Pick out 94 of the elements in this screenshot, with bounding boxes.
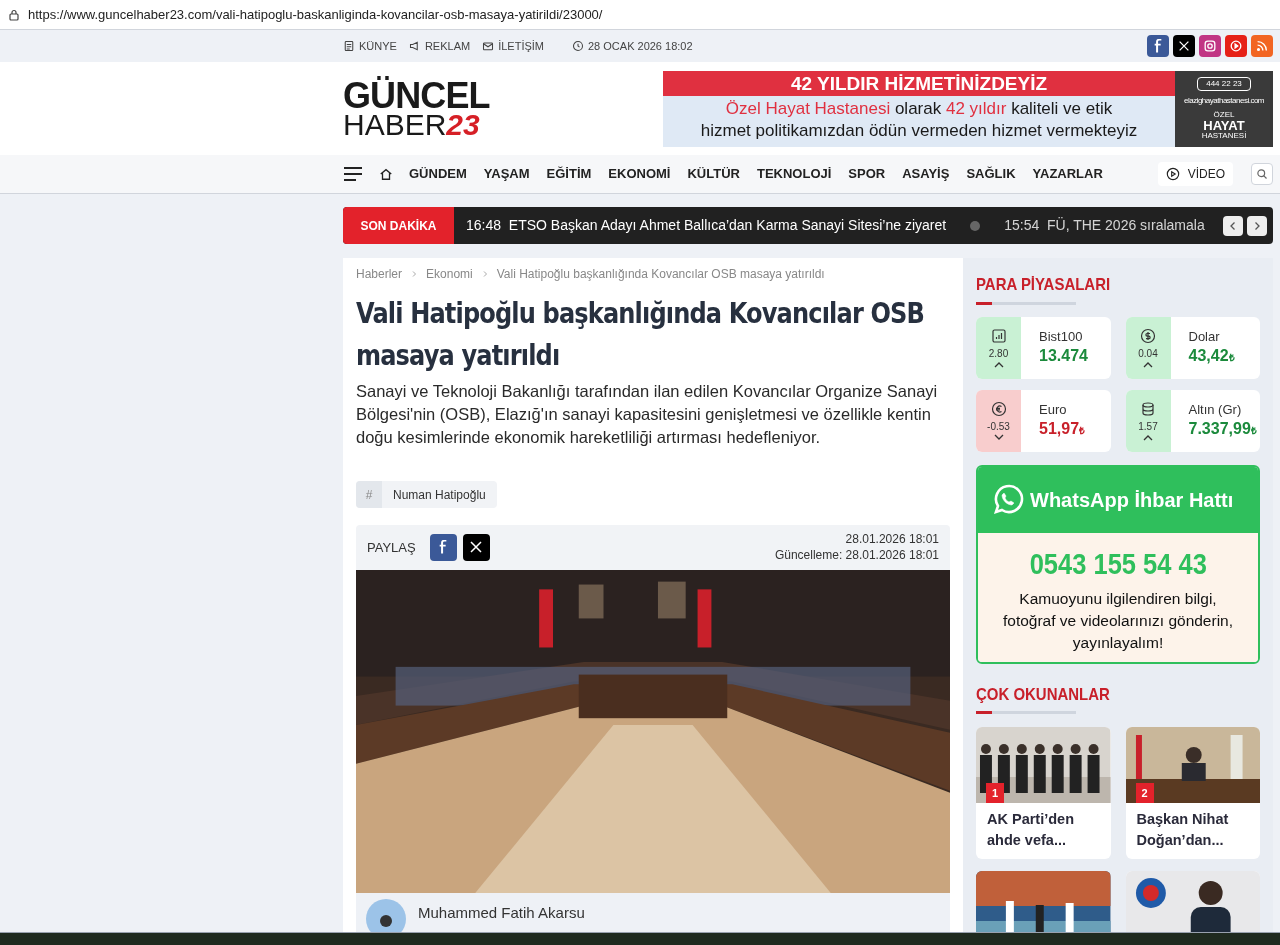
top-link[interactable]: REKLAM	[408, 37, 471, 55]
author-name[interactable]: Muhammed Fatih Akarsu	[418, 902, 585, 925]
ad-brand-text: HASTANESİ	[1201, 132, 1247, 141]
social-button[interactable]	[1173, 35, 1195, 57]
market-value: 43,42₺	[1188, 345, 1236, 366]
share-button[interactable]	[462, 533, 490, 561]
ad-banner[interactable]: 42 YILDIR HİZMETİNİZDEYİZ Özel Hayat Hastanesi olarak 42 yıldır kaliteli ve etik hizmet politikamızdan ödün vermeden hizmet vermekteyiz 444 22 23 elazighayathastanesi.com ÖZEL HAYAT HASTANESİ	[663, 70, 1273, 147]
share-label: PAYLAŞ	[367, 538, 416, 557]
next-button[interactable]	[1247, 215, 1267, 236]
ad-headline: 42 YILDIR HİZMETİNİZDEYİZ	[663, 70, 1175, 96]
breadcrumb-link[interactable]: Haberler	[356, 265, 403, 283]
ad-brand-text: ÖZEL	[1213, 111, 1235, 120]
play-icon	[1165, 167, 1180, 181]
article-summary: Sanayi ve Teknoloji Bakanlığı tarafından ilan edilen Kovancılar Organize Sanayi Bölgesi'nin (OSB), Elazığ'ın sanayi kapasitesini genişletmesi ve özellikle kentin doğu kesimlerinde ekonomik hareketliliği artırması hedefleniyor.	[356, 381, 939, 448]
section-title: PARA PİYASALARI	[976, 274, 1112, 296]
facebook-icon	[439, 540, 448, 555]
market-value: 7.337,99₺	[1188, 418, 1258, 439]
ad-phone: 444 22 23	[1197, 76, 1251, 91]
chevron-down-icon	[993, 433, 1004, 441]
menu-icon[interactable]	[343, 166, 363, 182]
market-value: 13.474	[1039, 345, 1089, 366]
change-value: -0.53	[987, 419, 1010, 434]
nav-link[interactable]: EKONOMİ	[608, 164, 671, 184]
card-icon	[343, 40, 355, 52]
nav-link[interactable]: KÜLTÜR	[687, 164, 740, 184]
megaphone-icon	[408, 40, 421, 52]
market-card[interactable]: -0.53 Euro 51,97₺	[976, 389, 1111, 452]
previous-button[interactable]	[1223, 215, 1243, 236]
instagram-icon	[1203, 39, 1217, 53]
nav-link[interactable]: EĞİTİM	[546, 164, 592, 184]
social-button[interactable]	[1147, 35, 1169, 57]
ad-text: hizmet politikamızdan ödün vermeden hizmet vermekteyiz	[699, 119, 1139, 142]
market-value: 51,97₺	[1039, 418, 1087, 439]
chevron-up-icon	[1143, 360, 1153, 368]
news-card[interactable]: 1 AK Parti’den ahde vefa...	[976, 727, 1111, 859]
breaking-label: SON DAKİKA	[343, 207, 454, 244]
euro-icon	[990, 400, 1007, 417]
change-value: 0.04	[1138, 346, 1158, 361]
search-button[interactable]	[1251, 163, 1273, 185]
news-title: AK Parti’den ahde vefa...	[986, 810, 1075, 850]
market-card[interactable]: 2.80 Bist100 13.474	[976, 316, 1111, 379]
date-text: 28 OCAK 2026 18:02	[572, 37, 693, 55]
tag-chip[interactable]: # Numan Hatipoğlu	[356, 481, 497, 508]
ad-text: Özel Hayat Hastanesi olarak 42 yıldır kaliteli ve etik	[724, 97, 1114, 120]
top-link[interactable]: KÜNYE	[343, 37, 397, 55]
chevron-up-icon	[993, 360, 1004, 368]
video-button[interactable]: VİDEO	[1157, 162, 1233, 186]
play-icon	[1229, 39, 1243, 53]
chevron-up-icon	[1143, 433, 1153, 441]
chart-icon	[990, 327, 1007, 344]
breadcrumb-link[interactable]: Ekonomi	[426, 265, 473, 283]
change-value: 1.57	[1138, 419, 1158, 434]
market-name: Bist100	[1039, 329, 1084, 346]
update-date: Güncelleme: 28.01.2026 18:01	[774, 547, 939, 564]
chevron-right-icon	[410, 270, 419, 278]
whatsapp-title: WhatsApp İhbar Hattı	[1030, 487, 1234, 513]
nav-link[interactable]: SPOR	[848, 164, 886, 184]
rss-icon	[1255, 39, 1269, 53]
news-card[interactable]: 2 Başkan Nihat Doğan’dan...	[1125, 727, 1260, 859]
news-title: Başkan Nihat Doğan’dan...	[1135, 810, 1230, 850]
lock-icon	[8, 8, 20, 21]
breaking-news-link[interactable]: 15:54 FÜ, THE 2026 sıralamala	[1004, 215, 1205, 236]
ad-brand: HAYAT	[1203, 119, 1245, 133]
nav-link[interactable]: GÜNDEM	[409, 164, 467, 184]
whatsapp-text: Kamuoyunu ilgilendiren bilgi, fotoğraf ve videolarınızı gönderin, yayınlayalım!	[1001, 588, 1235, 653]
market-card[interactable]: 0.04 Dolar 43,42₺	[1125, 316, 1260, 379]
coins-icon	[1140, 400, 1156, 417]
nav-link[interactable]: TEKNOLOJİ	[756, 164, 832, 184]
breadcrumb-link[interactable]: Vali Hatipoğlu başkanlığında Kovancılar OSB masaya yatırıldı	[496, 265, 825, 283]
market-name: Euro	[1039, 402, 1068, 419]
publish-date: 28.01.2026 18:01	[845, 531, 939, 548]
section-title: ÇOK OKUNANLAR	[976, 683, 1111, 706]
clock-icon	[572, 40, 584, 52]
avatar-icon	[366, 899, 406, 932]
nav-link[interactable]: YAŞAM	[483, 164, 530, 184]
nav-link[interactable]: SAĞLIK	[966, 164, 1016, 184]
facebook-icon	[1154, 39, 1162, 53]
dollar-icon	[1140, 327, 1156, 344]
change-value: 2.80	[988, 346, 1009, 361]
search-icon	[1256, 168, 1268, 180]
nav-link[interactable]: ASAYİŞ	[902, 164, 950, 184]
article-title: Vali Hatipoğlu başkanlığında Kovancılar OSB masaya yatırıldı	[356, 296, 925, 374]
x-icon	[1177, 39, 1191, 53]
market-name: Altın (Gr)	[1188, 402, 1243, 419]
mail-icon	[482, 40, 495, 52]
market-card[interactable]: 1.57 Altın (Gr) 7.337,99₺	[1125, 389, 1260, 452]
rank-badge: 1	[986, 783, 1004, 803]
home-icon[interactable]	[379, 167, 393, 181]
ad-site: elazighayathastanesi.com	[1183, 95, 1265, 107]
top-link[interactable]: İLETİŞİM	[482, 37, 544, 55]
nav-link[interactable]: YAZARLAR	[1032, 164, 1103, 184]
market-name: Dolar	[1188, 329, 1221, 346]
share-button[interactable]	[429, 533, 457, 561]
breaking-news-link[interactable]: 16:48 ETSO Başkan Adayı Ahmet Ballıca’dan Karma Sanayi Sitesi’ne ziyaret	[466, 215, 947, 236]
